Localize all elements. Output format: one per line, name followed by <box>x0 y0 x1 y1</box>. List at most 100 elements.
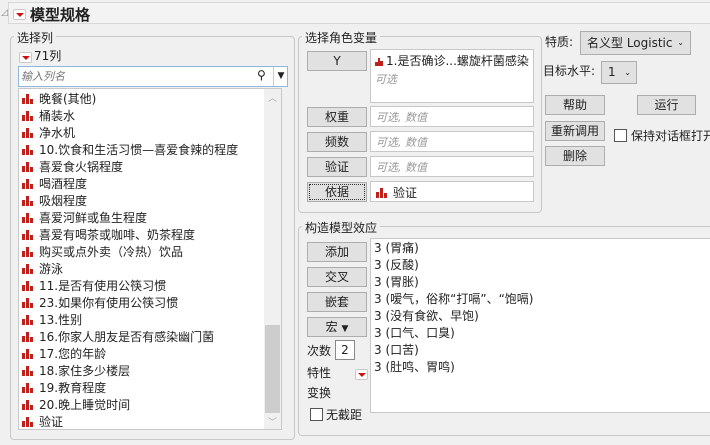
column-type-icon <box>22 196 33 206</box>
search-icon[interactable]: ⚲ <box>257 68 266 82</box>
column-list-item[interactable]: 吸烟程度 <box>22 193 264 210</box>
attributes-menu-icon[interactable] <box>354 369 368 380</box>
transform-label: 变换 <box>307 386 332 400</box>
scroll-down-icon[interactable]: ﹀ <box>268 415 277 428</box>
effect-item[interactable]: 3 (口苦) <box>374 342 533 359</box>
column-name: 19.教育程度 <box>39 381 107 395</box>
column-name: 喜爱河鲜或鱼生程度 <box>39 211 148 225</box>
degree-input[interactable]: 2 <box>335 340 355 360</box>
target-level-select[interactable]: 1 ⌄ <box>601 61 637 84</box>
personality-select[interactable]: 名义型 Logistic ⌄ <box>580 31 691 55</box>
freq-role-field[interactable]: 可选, 数值 <box>370 131 534 152</box>
help-button[interactable]: 帮助 <box>545 95 605 115</box>
validation-role-field[interactable]: 可选, 数值 <box>370 156 534 177</box>
column-list-item[interactable]: 游泳 <box>22 261 264 278</box>
column-type-icon <box>22 213 33 223</box>
effect-item[interactable]: 3 (胃痛) <box>374 240 533 257</box>
effect-item[interactable]: 3 (口气、口臭) <box>374 325 533 342</box>
column-list-item[interactable]: 喜爱河鲜或鱼生程度 <box>22 210 264 227</box>
y-role-list[interactable]: 1.是否确诊...螺旋杆菌感染 可选 <box>370 49 534 103</box>
page-title: 模型规格 <box>30 6 91 24</box>
column-type-icon <box>22 417 33 427</box>
collapse-icon[interactable]: ◿ <box>1 8 8 18</box>
freq-role-button[interactable]: 频数 <box>307 132 367 152</box>
add-button[interactable]: 添加 <box>307 242 367 262</box>
effect-item[interactable]: 3 (反酸) <box>374 257 533 274</box>
select-columns-legend: 选择列 <box>14 29 57 46</box>
y-role-button[interactable]: Y <box>307 51 367 71</box>
effect-item[interactable]: 3 (没有食欲、早饱) <box>374 308 533 325</box>
column-name: 11.是否有使用公筷习惯 <box>39 279 167 293</box>
column-list-item[interactable]: 晚餐(其他) <box>22 91 264 108</box>
column-list-item[interactable]: 10.饮食和生活习惯—喜爱食辣的程度 <box>22 142 264 159</box>
effects-list[interactable]: 3 (胃痛) 3 (反酸) 3 (胃胀) 3 (嗳气，俗称“打嗝”、“饱嗝) 3 (没有… <box>370 238 710 413</box>
macros-button[interactable]: 宏 ▼ <box>307 317 367 337</box>
column-list-item[interactable]: 喜爱食火锅程度 <box>22 159 264 176</box>
column-name: 17.您的年龄 <box>39 347 107 361</box>
column-type-icon <box>22 230 33 240</box>
y-role-hint: 可选 <box>375 73 397 86</box>
column-search-input[interactable] <box>21 68 251 85</box>
no-intercept-checkbox[interactable] <box>310 408 323 421</box>
column-list-item[interactable]: 购买或点外卖（冷热）饮品 <box>22 244 264 261</box>
column-type-icon <box>22 94 33 104</box>
chevron-down-icon: ⌄ <box>624 68 631 77</box>
column-type-icon <box>22 400 33 410</box>
column-name: 吸烟程度 <box>39 194 88 208</box>
column-list-item[interactable]: 16.你家人朋友是否有感染幽门菌 <box>22 329 264 346</box>
column-list-item[interactable]: 桶装水 <box>22 108 264 125</box>
column-list-item[interactable]: 净水机 <box>22 125 264 142</box>
column-name: 游泳 <box>39 262 64 276</box>
column-type-icon <box>22 145 33 155</box>
column-list-item[interactable]: 喜爱有喝茶或咖啡、奶茶程度 <box>22 227 264 244</box>
target-level-label: 目标水平: <box>543 64 596 78</box>
nest-button[interactable]: 嵌套 <box>307 292 367 312</box>
keep-dialog-open-checkbox[interactable] <box>614 129 627 142</box>
cross-button[interactable]: 交叉 <box>307 267 367 287</box>
effects-legend: 构造模型效应 <box>302 219 381 236</box>
column-type-icon <box>22 247 33 257</box>
column-list-item[interactable]: 验证 <box>22 414 264 431</box>
column-list-item[interactable]: 17.您的年龄 <box>22 346 264 363</box>
roles-legend: 选择角色变量 <box>302 29 381 46</box>
personality-label: 特质: <box>545 35 574 49</box>
weight-role-button[interactable]: 权重 <box>307 107 367 127</box>
by-role-field[interactable]: 验证 <box>370 181 534 202</box>
column-list-item[interactable]: 20.晚上睡觉时间 <box>22 397 264 414</box>
column-name: 桶装水 <box>39 109 76 123</box>
red-triangle-menu-icon[interactable] <box>13 9 26 20</box>
title-bar: ◿ 模型规格 <box>1 2 710 24</box>
column-name: 购买或点外卖（冷热）饮品 <box>39 245 184 259</box>
column-type-icon <box>22 383 33 393</box>
column-type-icon <box>22 128 33 138</box>
column-list-item[interactable]: 19.教育程度 <box>22 380 264 397</box>
column-name: 18.家住多少楼层 <box>39 364 131 378</box>
column-name: 晚餐(其他) <box>39 92 97 106</box>
column-type-icon <box>22 162 33 172</box>
validation-role-button[interactable]: 验证 <box>307 157 367 177</box>
column-list-item[interactable]: 23.如果你有使用公筷习惯 <box>22 295 264 312</box>
column-name: 净水机 <box>39 126 76 140</box>
remove-button[interactable]: 删除 <box>545 146 605 166</box>
recall-button[interactable]: 重新调用 <box>545 121 605 141</box>
effect-item[interactable]: 3 (肚鸣、胃鸣) <box>374 359 533 376</box>
by-role-button[interactable]: 依据 <box>307 182 367 202</box>
weight-role-field[interactable]: 可选, 数值 <box>370 106 534 127</box>
scrollbar[interactable]: ︿ ﹀ <box>264 89 281 429</box>
effect-item[interactable]: 3 (嗳气，俗称“打嗝”、“饱嗝) <box>374 291 533 308</box>
column-list-item[interactable]: 18.家住多少楼层 <box>22 363 264 380</box>
column-name: 喝酒程度 <box>39 177 88 191</box>
column-list-item[interactable]: 11.是否有使用公筷习惯 <box>22 278 264 295</box>
scroll-up-icon[interactable]: ︿ <box>268 91 277 104</box>
y-role-item[interactable]: 1.是否确诊...螺旋杆菌感染 <box>371 50 533 71</box>
column-type-icon <box>22 332 33 342</box>
column-name: 13.性别 <box>39 313 83 327</box>
columns-menu-icon[interactable] <box>19 52 32 63</box>
column-type-icon <box>22 111 33 121</box>
column-list-item[interactable]: 13.性别 <box>22 312 264 329</box>
search-options-dropdown[interactable]: ▼ <box>273 67 288 86</box>
effect-item[interactable]: 3 (胃胀) <box>374 274 533 291</box>
scrollbar-thumb[interactable] <box>265 325 280 413</box>
column-list-item[interactable]: 喝酒程度 <box>22 176 264 193</box>
run-button[interactable]: 运行 <box>637 95 696 115</box>
